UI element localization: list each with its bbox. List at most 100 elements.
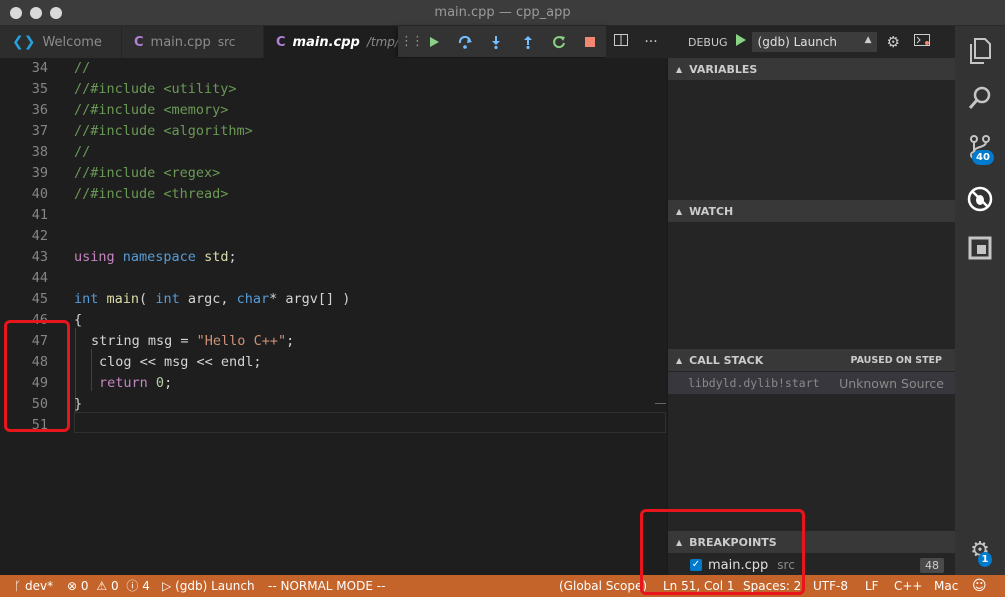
section-title: VARIABLES [689,62,758,76]
code-text: { [74,312,83,328]
call-stack-section-header[interactable]: ▲ CALL STACK PAUSED ON STEP [668,349,956,371]
collapse-icon: ▲ [676,64,683,74]
launch-config-select[interactable]: (gdb) Launch ▲ [751,32,877,52]
select-arrows-icon: ▲ [864,35,872,45]
language-status[interactable]: C++ [894,575,923,597]
drag-handle-icon[interactable]: ⋮⋮ [400,26,424,57]
code-text: // [74,144,91,160]
debug-view-button[interactable] [955,186,1005,212]
code-text: //#include <memory> [74,102,229,118]
code-text: // [74,60,91,76]
paused-state-label: PAUSED ON STEP [850,354,943,366]
code-text: //#include <algorithm> [74,123,253,139]
continue-button[interactable] [418,26,449,57]
code-line: 45 int main( int argc, char* argv[] ) [0,289,667,310]
settings-badge: 1 [978,552,992,567]
warning-count: 0 [110,579,119,593]
branch-status[interactable]: ᚴ dev* [14,575,53,597]
launch-config-value: (gdb) Launch [757,35,838,49]
line-number: 36 [31,102,48,118]
code-text: //#include <thread> [74,186,229,202]
code-line: 46{ [0,310,667,331]
no-bug-icon [967,186,993,212]
step-over-icon [458,35,472,49]
annotation-box-line-numbers [4,320,70,432]
debug-console-button[interactable] [914,34,930,50]
line-number: 42 [31,228,48,244]
split-editor-button[interactable] [606,34,636,50]
code-line: 47 string msg = "Hello C++"; [0,331,667,352]
restart-button[interactable] [543,26,574,57]
annotation-box-breakpoints [640,509,805,595]
step-into-icon [492,35,501,49]
debug-header: ··· DEBUG (gdb) Launch ▲ ⚙ [606,26,955,58]
code-line: 37 //#include <algorithm> [0,121,667,142]
stop-button[interactable] [575,26,606,57]
restart-icon [553,35,565,48]
feedback-smiley-icon[interactable]: ☺ [972,575,987,597]
tab-main-cpp-tmp[interactable]: C main.cpp /tmp/cp [264,26,413,58]
encoding-status[interactable]: UTF-8 [813,575,848,597]
code-text: int main( int argc, char* argv[] ) [74,291,351,307]
tab-welcome[interactable]: ❮❯ Welcome [0,26,122,58]
info-icon: ⓘ [126,579,139,593]
line-number: 45 [31,291,48,307]
code-editor[interactable]: 34 // 35 //#include <utility> 36 //#include… [0,58,667,575]
activity-bar: 40 ⚙ 1 [955,26,1005,575]
more-actions-button[interactable]: ··· [636,34,666,50]
start-debugging-button[interactable] [735,34,746,50]
code-line: 39 //#include <regex> [0,163,667,184]
tab-label: Welcome [42,34,102,50]
code-line: 43 using namespace std; [0,247,667,268]
stack-frame-row[interactable]: libdyld.dylib!start Unknown Source [668,372,956,394]
play-icon [429,36,439,47]
title-bar: main.cpp — cpp_app [0,0,1005,26]
line-number: 43 [31,249,48,265]
stop-icon [585,36,596,47]
window-title: main.cpp — cpp_app [434,5,571,20]
code-line: 50} [0,394,667,415]
explorer-button[interactable] [955,38,1005,64]
gear-icon: ⚙ [886,33,900,51]
platform-status[interactable]: Mac [934,575,958,597]
step-over-button[interactable] [449,26,480,57]
debug-toolbar: ⋮⋮ [398,26,606,57]
search-icon [968,86,991,109]
scope-status[interactable]: (Global Scope) [559,575,647,597]
search-button[interactable] [955,86,1005,110]
code-line: 35 //#include <utility> [0,79,667,100]
extensions-button[interactable] [955,236,1005,260]
debug-launch-status[interactable]: ▷ (gdb) Launch [162,575,255,597]
git-branch-icon: ᚴ [14,579,22,593]
step-into-button[interactable] [481,26,512,57]
problems-status[interactable]: ⊗ 0 ⚠ 0 ⓘ 4 [67,575,150,597]
code-line: 34 // [0,58,667,79]
tab-label: main.cpp [292,34,360,50]
error-count: 0 [80,579,89,593]
step-out-icon [523,35,532,49]
code-text: clog << msg << endl; [99,354,262,370]
code-line: 42 [0,226,667,247]
stack-frame-source: Unknown Source [839,375,944,391]
debug-settings-button[interactable]: ⚙ [887,33,900,51]
step-out-button[interactable] [512,26,543,57]
line-number: 37 [31,123,48,139]
eol-status[interactable]: LF [865,575,879,597]
split-editor-icon [614,34,628,46]
vim-mode-status: -- NORMAL MODE -- [268,579,386,593]
code-text: string msg = "Hello C++"; [91,333,295,349]
branch-name: dev* [25,579,54,593]
status-bar: ᚴ dev* ⊗ 0 ⚠ 0 ⓘ 4 ▷ (gdb) Launch -- NOR… [0,575,1005,597]
warning-icon: ⚠ [96,579,108,593]
line-number: 34 [31,60,48,76]
play-icon: ▷ [162,579,172,593]
tab-main-cpp-src[interactable]: C main.cpp src [122,26,264,58]
line-number: 38 [31,144,48,160]
cpp-file-icon: C [276,34,286,50]
vscode-window: main.cpp — cpp_app ❮❯ Welcome C main.cpp… [0,0,1005,597]
code-line: 40 //#include <thread> [0,184,667,205]
watch-section-header[interactable]: ▲ WATCH [668,200,956,222]
code-text: //#include <utility> [74,81,237,97]
variables-section-header[interactable]: ▲ VARIABLES [668,58,956,80]
section-title: CALL STACK [689,353,764,367]
